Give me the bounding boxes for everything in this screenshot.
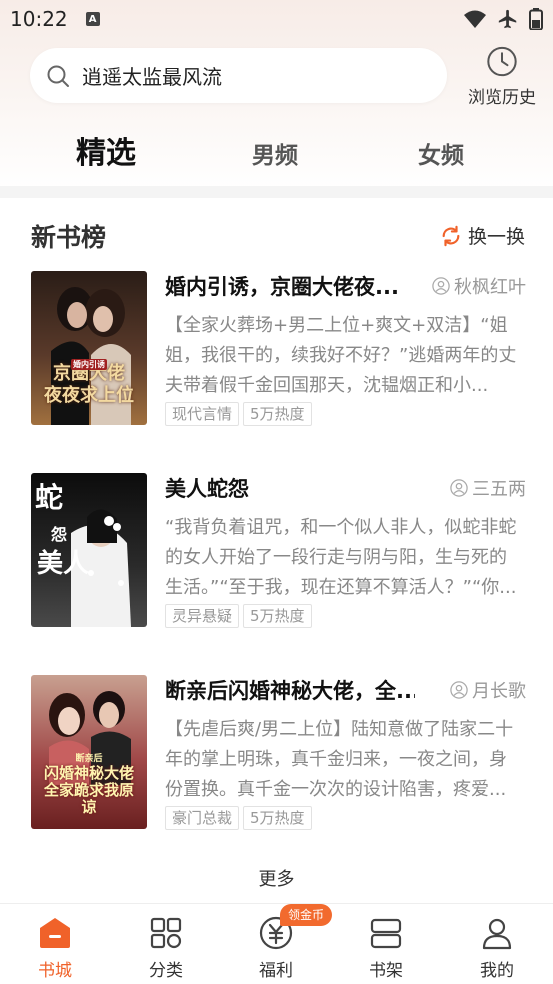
channel-tabs: 精选 男频 女频 (0, 118, 553, 178)
book-item[interactable]: 断亲后 闪婚神秘大佬 全家跪求我原谅 断亲后闪婚神秘大佬，全... 月长歌 【先虐… (31, 675, 526, 831)
book-author: 三五两 (450, 475, 526, 501)
nav-label: 福利 (259, 961, 293, 981)
clock-icon (487, 46, 517, 77)
search-icon (47, 65, 69, 87)
book-cover: 断亲后 闪婚神秘大佬 全家跪求我原谅 (31, 675, 147, 829)
airplane-icon (498, 9, 517, 29)
genre-tag: 灵异悬疑 (165, 604, 240, 628)
book-cover: 蛇 怨 美人 (31, 473, 147, 627)
wifi-icon (464, 10, 486, 28)
heat-tag: 5万热度 (243, 604, 312, 628)
author-icon (450, 479, 468, 497)
status-bar: 10:22 A (0, 0, 553, 38)
refresh-icon (442, 225, 460, 246)
heat-tag: 5万热度 (243, 402, 312, 426)
author-name: 秋枫红叶 (454, 277, 526, 298)
book-author: 秋枫红叶 (432, 273, 526, 299)
nav-category[interactable]: 分类 (126, 916, 206, 981)
book-tags: 灵异悬疑 5万热度 (165, 604, 312, 628)
coin-badge[interactable]: 领金币 (280, 904, 333, 926)
category-icon (150, 917, 182, 949)
section-title: 新书榜 (31, 223, 107, 252)
author-icon (450, 681, 468, 699)
genre-tag: 豪门总裁 (165, 806, 240, 830)
bookstore-icon (40, 918, 70, 948)
refresh-button[interactable]: 换一换 (440, 222, 525, 249)
book-item[interactable]: 京圈大佬 夜夜求上位 婚内引诱 婚内引诱，京圈大佬夜... 秋枫红叶 【全家火葬场… (31, 271, 526, 427)
notification-icon: A (85, 12, 100, 26)
nav-label: 分类 (149, 961, 183, 981)
heat-tag: 5万热度 (243, 806, 312, 830)
nav-bookshelf[interactable]: 书架 (346, 916, 426, 981)
book-author: 月长歌 (450, 677, 526, 703)
book-tags: 现代言情 5万热度 (165, 402, 312, 426)
tab-featured[interactable]: 精选 (76, 128, 136, 172)
book-cover: 京圈大佬 夜夜求上位 婚内引诱 (31, 271, 147, 425)
refresh-label: 换一换 (468, 226, 526, 248)
book-item[interactable]: 蛇 怨 美人 美人蛇怨 三五两 “我背负着诅咒，和一个似人非人，似蛇非蛇的女人开… (31, 473, 526, 629)
nav-label: 书城 (38, 961, 72, 981)
genre-tag: 现代言情 (165, 402, 240, 426)
history-label: 浏览历史 (468, 88, 536, 108)
book-title: 婚内引诱，京圈大佬夜... (165, 275, 399, 299)
more-button[interactable]: 更多 (0, 865, 553, 891)
book-title: 美人蛇怨 (165, 477, 249, 501)
section-divider (0, 186, 553, 198)
nav-bookstore[interactable]: 书城 (15, 916, 95, 981)
author-name: 三五两 (472, 479, 526, 500)
nav-label: 我的 (480, 961, 514, 981)
book-description: “我背负着诅咒，和一个似人非人，似蛇非蛇的女人开始了一段行走与阴与阳，生与死的生… (165, 517, 517, 598)
profile-icon (482, 918, 512, 950)
author-name: 月长歌 (472, 681, 526, 702)
bottom-nav: 书城 分类 福利 书架 我的 (0, 903, 553, 984)
search-input[interactable]: 逍遥太监最风流 (30, 48, 447, 103)
status-icons (463, 8, 543, 30)
nav-profile[interactable]: 我的 (457, 916, 537, 981)
battery-icon (529, 8, 543, 30)
tab-male[interactable]: 男频 (252, 136, 298, 170)
book-description: 【全家火葬场+男二上位+爽文+双洁】“姐姐，我很干的，续我好不好？”逃婚两年的丈… (165, 315, 517, 396)
tab-female[interactable]: 女频 (418, 136, 464, 170)
nav-label: 书架 (369, 961, 403, 981)
author-icon (432, 277, 450, 295)
book-tags: 豪门总裁 5万热度 (165, 806, 312, 830)
bookshelf-icon (370, 918, 402, 949)
history-button[interactable]: 浏览历史 (462, 46, 542, 108)
status-time: 10:22 (10, 7, 68, 31)
search-query: 逍遥太监最风流 (82, 65, 222, 89)
book-description: 【先虐后爽/男二上位】陆知意做了陆家二十年的掌上明珠，真千金归来，一夜之间，身份… (165, 719, 514, 800)
book-title: 断亲后闪婚神秘大佬，全... (165, 679, 415, 703)
